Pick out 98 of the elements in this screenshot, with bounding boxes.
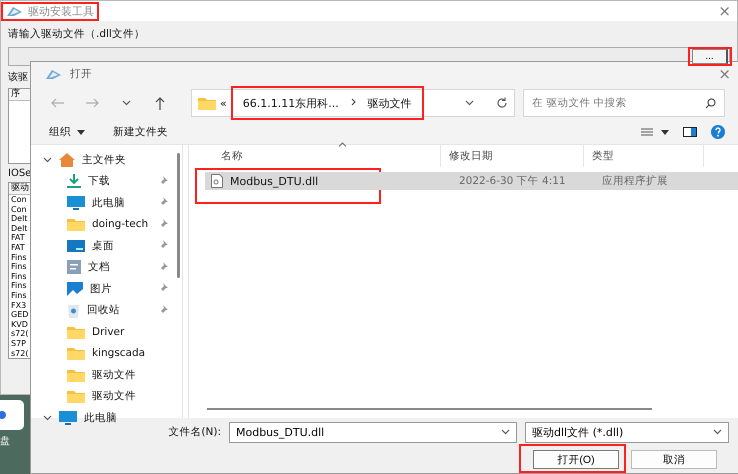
list-item[interactable]: Fins [9, 281, 31, 291]
folder-icon [67, 217, 85, 232]
sidebar-item[interactable]: 此电脑 [92, 196, 125, 210]
sidebar-item[interactable]: 桌面 [92, 238, 114, 253]
file-name-label: 文件名(N): [168, 425, 221, 439]
search-field[interactable]: 在 驱动文件 中搜索 [523, 89, 725, 117]
search-placeholder: 在 驱动文件 中搜索 [532, 96, 627, 110]
dialog-title: 打开 [70, 67, 92, 81]
refresh-icon[interactable] [496, 97, 508, 109]
sidebar-item[interactable]: 此电脑 [84, 410, 117, 425]
chevron-icon[interactable] [465, 100, 474, 106]
list-item[interactable]: Delt [9, 214, 31, 224]
dialog-button[interactable]: 打开(O) [533, 450, 619, 469]
file-date: 2022-6-30 下午 4:11 [458, 174, 567, 188]
sidebar-item[interactable]: 驱动文件 [92, 389, 136, 404]
close-button[interactable]: × [718, 2, 731, 20]
chevron-icon[interactable] [43, 414, 52, 421]
recycle-bin-icon [67, 302, 80, 318]
list-item[interactable]: Fins [9, 290, 31, 301]
organize-menu[interactable]: 组织 [49, 125, 85, 139]
close-button[interactable]: × [718, 65, 731, 83]
field-label: 请输入驱动文件（.dll文件） [8, 27, 146, 41]
chevron-icon[interactable] [713, 429, 722, 435]
list-item[interactable]: Fins [9, 262, 31, 272]
sort-caret-icon[interactable] [338, 142, 347, 147]
desktop-shortcut-icon[interactable] [0, 400, 24, 430]
chevron-icon[interactable] [122, 100, 130, 106]
app-icon [45, 68, 62, 80]
section-label: 该驱 [8, 70, 28, 84]
list-item[interactable]: Delt [9, 224, 31, 234]
list-item[interactable]: GED [9, 310, 31, 320]
breadcrumb-overflow[interactable]: « [220, 96, 227, 110]
house-icon [59, 152, 75, 167]
list-item[interactable]: Con [9, 195, 31, 205]
list-item[interactable]: s72( [9, 348, 31, 358]
chevron-icon [350, 98, 356, 106]
list-item[interactable]: FX3 [9, 300, 31, 310]
folder-icon [67, 346, 85, 360]
folder-icon [198, 96, 216, 110]
scrollbar-thumb[interactable] [207, 408, 652, 410]
list-item[interactable]: Con [9, 204, 31, 214]
scrollbar-thumb[interactable] [177, 153, 180, 278]
file-name-field[interactable]: Modbus_DTU.dll [229, 422, 517, 442]
caret-icon [77, 130, 85, 134]
chevron-icon[interactable] [501, 429, 510, 435]
folder-icon [67, 368, 85, 382]
list-item[interactable]: S7P [9, 338, 31, 348]
list-item[interactable]: Fins [9, 272, 31, 282]
search-icon [705, 98, 716, 108]
breadcrumb-item[interactable]: 66.1.1.11东用科... [242, 96, 339, 110]
up-icon[interactable] [155, 96, 165, 110]
desktop-icon-label: 盘 [0, 435, 10, 448]
breadcrumb-item[interactable]: 驱动文件 [368, 96, 412, 110]
browse-button[interactable]: ... [692, 49, 728, 64]
list-item[interactable]: KVD [9, 320, 31, 330]
image-icon [67, 282, 83, 296]
app-icon [6, 6, 23, 16]
file-row[interactable]: Modbus_DTU.dll 2022-6-30 下午 4:11 应用程序扩展 [205, 172, 738, 190]
sidebar-item[interactable]: 文档 [88, 260, 110, 274]
list-item[interactable]: s72( [9, 329, 31, 339]
sidebar-item[interactable]: doing-tech [92, 218, 148, 230]
file-icon [211, 174, 223, 188]
sidebar-item[interactable]: 图片 [90, 282, 112, 296]
list-item[interactable]: FAT [9, 242, 31, 253]
list-item[interactable]: FAT [9, 233, 31, 243]
section-label: IOSe [8, 168, 32, 179]
sidebar-item[interactable]: 驱动文件 [92, 368, 136, 382]
folder-icon [67, 324, 85, 339]
file-name-value: Modbus_DTU.dll [236, 426, 324, 438]
sidebar-item[interactable]: 主文件夹 [82, 152, 126, 167]
file-type-value: 驱动dll文件 (*.dll) [532, 424, 624, 440]
column-header[interactable]: 名称 [195, 145, 441, 167]
new-folder-button[interactable]: 新建文件夹 [113, 125, 168, 139]
column-header[interactable]: 类型 [584, 145, 704, 167]
sidebar-item[interactable]: 回收站 [87, 303, 120, 318]
file-type-select[interactable]: 驱动dll文件 (*.dll) [525, 422, 729, 442]
desktop-icon [67, 240, 85, 252]
view-menu-icon[interactable] [641, 128, 669, 136]
download-icon [67, 174, 81, 188]
monitor-icon [59, 410, 77, 425]
file-name: Modbus_DTU.dll [230, 174, 318, 188]
monitor-icon [67, 196, 85, 210]
sidebar-item[interactable]: Driver [92, 326, 124, 338]
column-header[interactable]: 修改日期 [441, 145, 584, 167]
list-item[interactable]: Fins [9, 252, 31, 262]
window-title: 驱动安装工具 [28, 4, 94, 18]
folder-icon [67, 389, 85, 404]
document-icon [67, 260, 81, 274]
sidebar-item[interactable]: kingscada [92, 347, 146, 360]
column-header: 序 [9, 89, 31, 101]
column-header: 驱动 [9, 183, 31, 195]
chevron-icon[interactable] [43, 156, 52, 163]
address-bar[interactable]: « 66.1.1.11东用科... 驱动文件 [191, 89, 515, 117]
dialog-button[interactable]: 取消 [631, 450, 717, 469]
sidebar-item[interactable]: 下载 [88, 174, 110, 188]
help-icon[interactable] [711, 125, 725, 139]
preview-pane-icon[interactable] [683, 127, 697, 137]
file-type: 应用程序扩展 [601, 174, 669, 188]
